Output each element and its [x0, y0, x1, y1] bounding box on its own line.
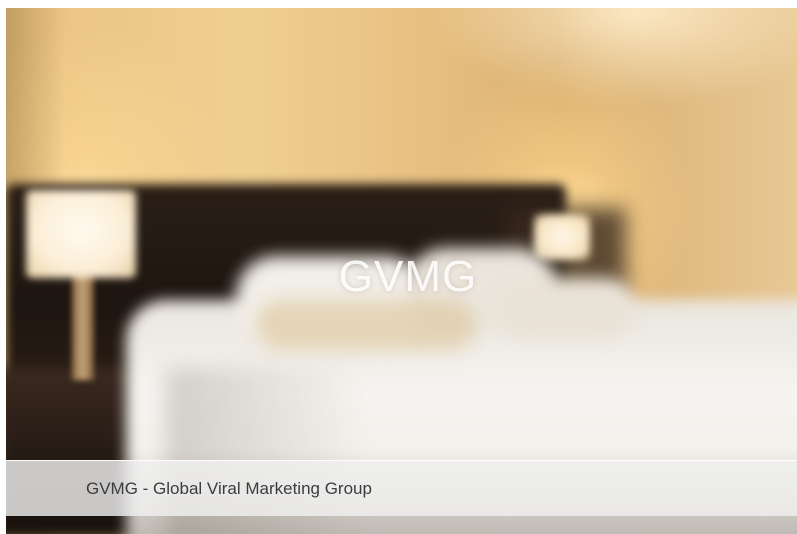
- slideshow-slide[interactable]: GVMG GVMG - Global Viral Marketing Group: [6, 8, 797, 534]
- slide-title-logo: GVMG: [338, 252, 478, 301]
- ceiling-light: [426, 8, 797, 108]
- slide-caption-bar: GVMG - Global Viral Marketing Group: [6, 460, 797, 516]
- bed-throw: [256, 300, 476, 350]
- slide-caption: GVMG - Global Viral Marketing Group: [86, 479, 372, 498]
